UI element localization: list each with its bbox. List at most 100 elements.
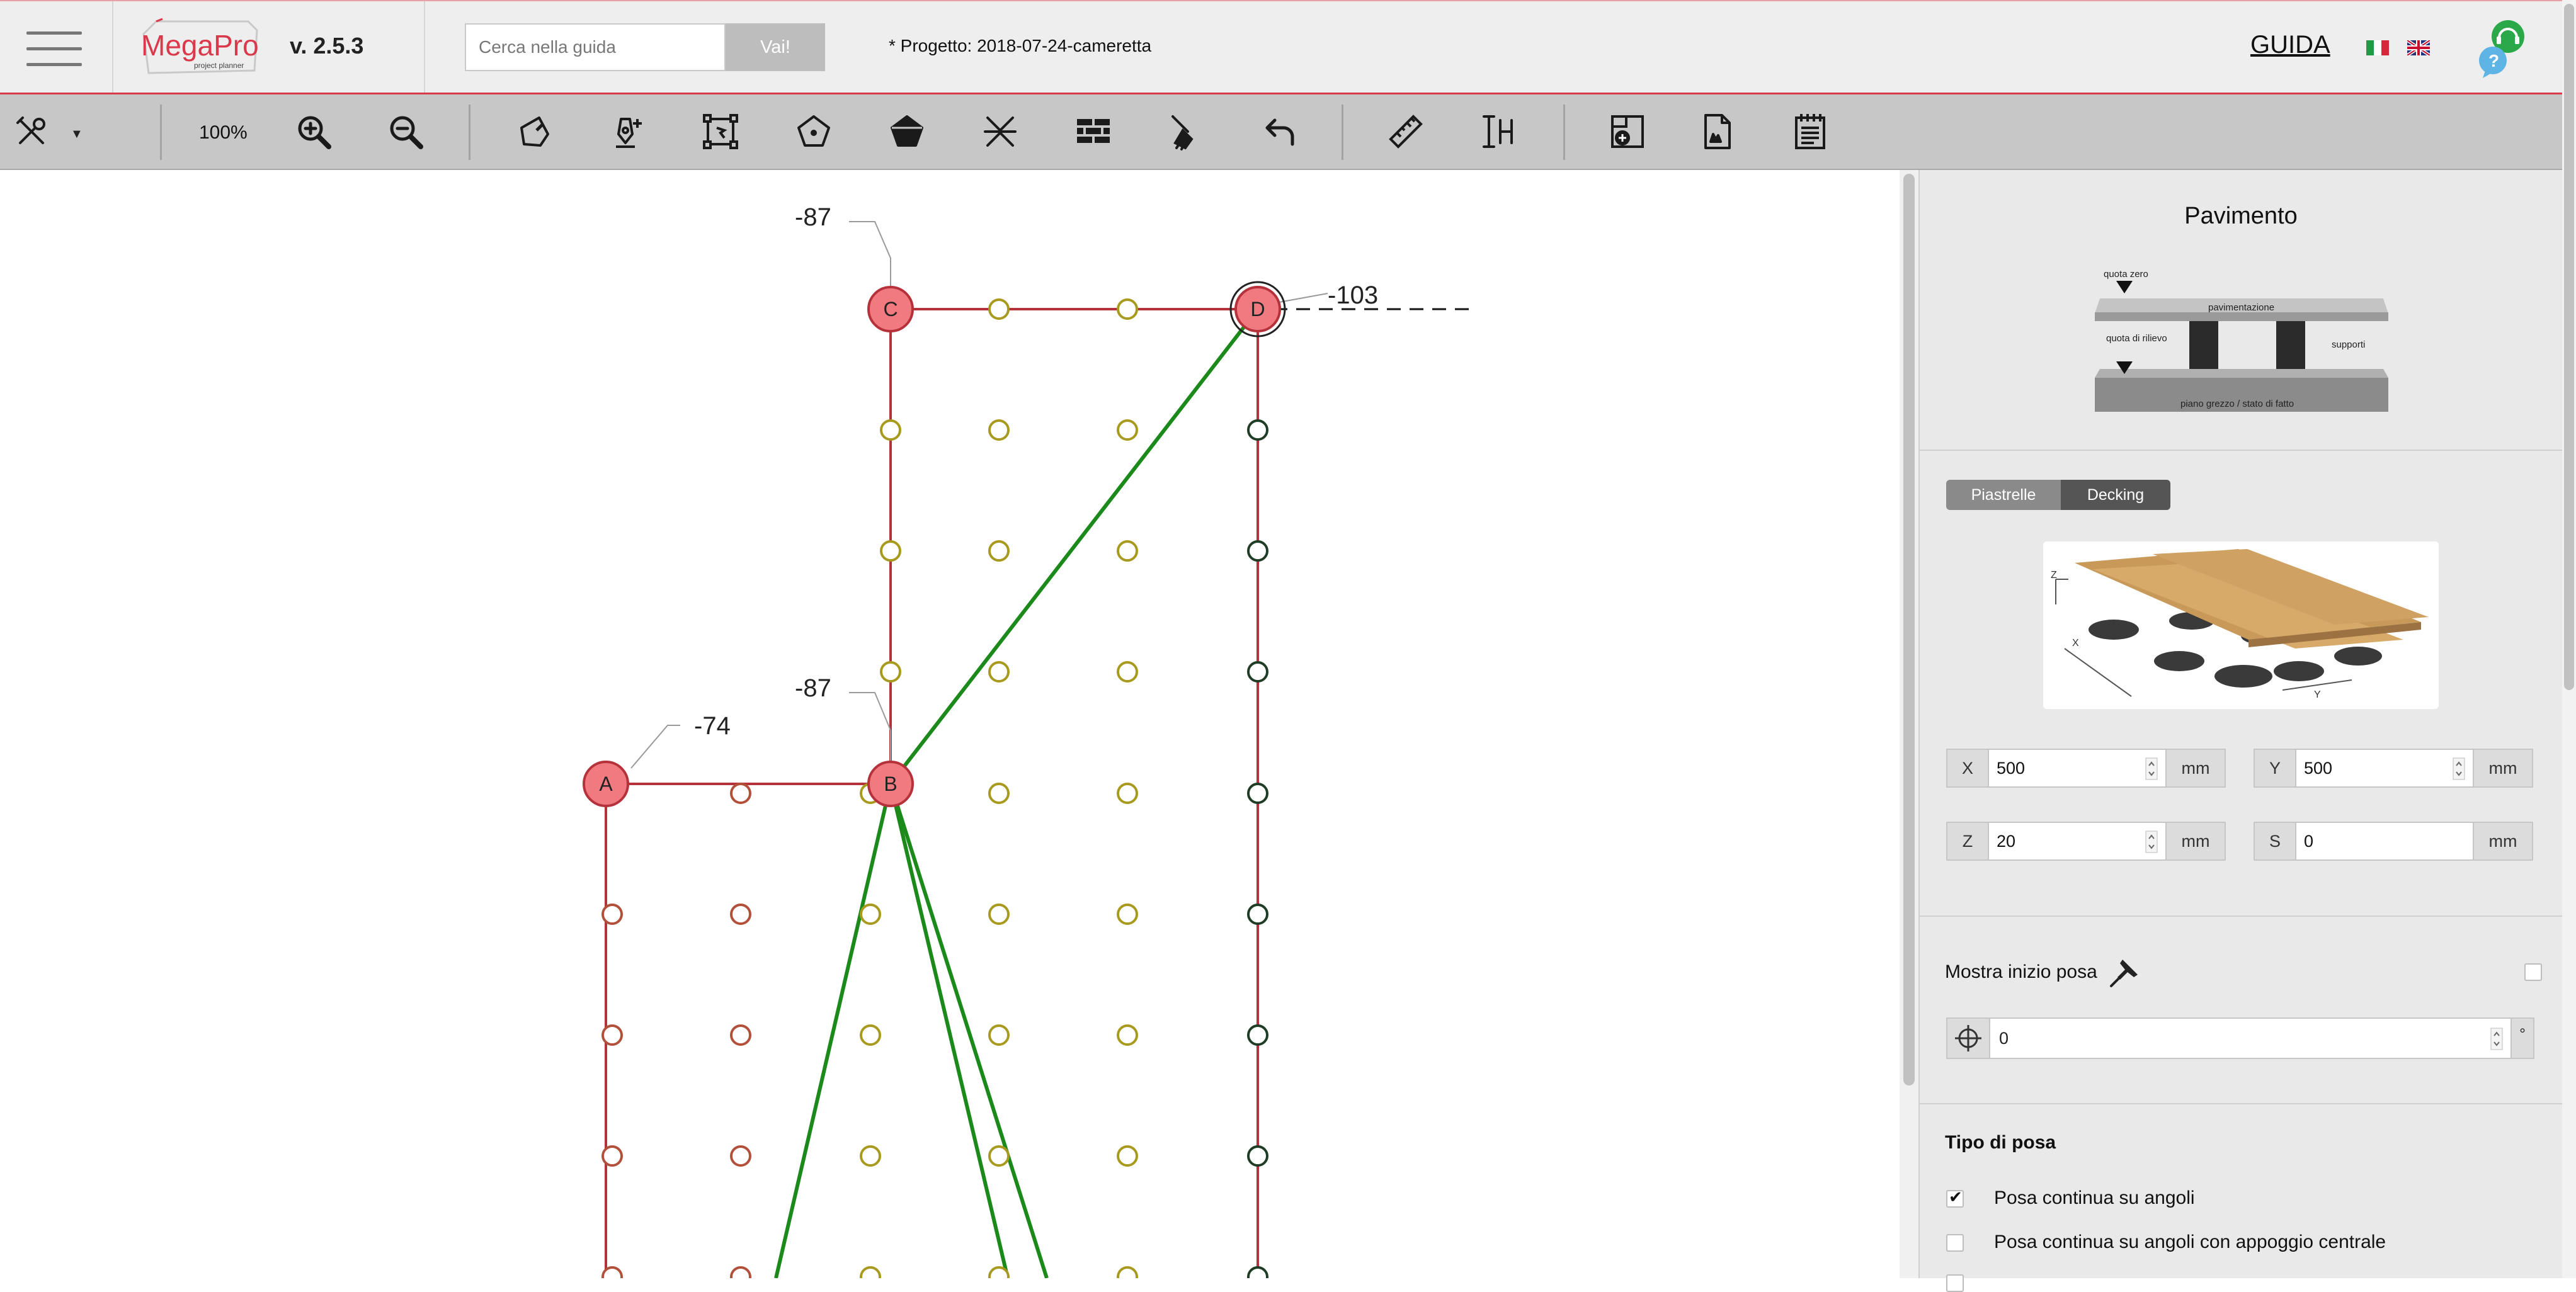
search-go-button[interactable]: Vai! [726,23,825,71]
add-point-pen-icon[interactable] [607,111,647,152]
tab-decking[interactable]: Decking [2061,480,2170,510]
panel-title: Pavimento [2184,203,2298,229]
logo-subtitle: project planner [194,61,244,70]
x-input[interactable]: 500 [1989,749,2165,788]
x-label: X [1946,749,1989,788]
corner-label: D [1250,298,1265,320]
elevation-label-a: -74 [694,712,731,740]
polygon-filled-icon[interactable] [887,111,927,152]
show-start-checkbox[interactable] [2524,963,2542,981]
drawing-canvas[interactable]: C D B A -87 -103 -87 -74 [0,170,1900,1278]
continuous-corners-central-label: Posa continua su angoli con appoggio cen… [1994,1232,2386,1252]
decking-illustration: Z X Y [2043,541,2439,709]
panel-divider [1920,450,2562,451]
tools-icon[interactable] [11,111,52,152]
corner-node-c[interactable]: C [867,286,914,332]
diagram-label-quota-zero: quota zero [2104,269,2148,280]
app-header: MegaPro project planner v. 2.5.3 Vai! * … [0,0,2562,94]
select-frame-icon[interactable] [700,111,741,152]
guide-search-input[interactable] [465,23,726,71]
laying-option-checkbox[interactable] [1946,1274,1964,1292]
import-plan-icon[interactable] [1607,111,1648,152]
corner-label: B [884,773,897,795]
y-value: 500 [2304,759,2333,778]
guide-link[interactable]: GUIDA [2250,31,2330,59]
s-input[interactable]: 0 [2296,822,2473,861]
elevation-label-c: -87 [795,203,831,231]
continuous-corners-checkbox[interactable] [1946,1187,1964,1208]
page-scrollbar-thumb[interactable] [2564,4,2574,690]
floor-type-tabs: Piastrelle Decking [1946,480,2170,510]
height-measure-icon[interactable] [1479,111,1519,152]
canvas-scrollbar-thumb[interactable] [1903,174,1915,1085]
panel-divider [1920,915,2562,917]
document-export-icon[interactable] [1697,111,1737,152]
z-unit: mm [2165,822,2226,861]
split-lines-icon[interactable] [980,111,1020,152]
toolbar-separator [469,105,470,160]
toolbar-separator [160,105,162,160]
y-stepper-icon[interactable] [2453,757,2465,780]
elevation-label-b: -87 [795,674,831,702]
floor-plan-drawing[interactable]: C D B A -87 -103 -87 -74 [0,170,1900,1278]
deck-axis-x: X [2072,638,2079,649]
toolbar-separator [1563,105,1565,160]
diagram-label-piano: piano grezzo / stato di fatto [2180,399,2294,409]
show-start-label: Mostra inizio posa [1945,961,2097,982]
z-field: Z 20 mm [1946,822,2226,861]
rotation-field: 0 ° [1946,1017,2534,1059]
brick-wall-icon[interactable] [1073,111,1114,152]
x-value: 500 [1997,759,2026,778]
zoom-in-icon[interactable] [294,111,334,152]
undo-icon[interactable] [1260,111,1300,152]
y-input[interactable]: 500 [2296,749,2473,788]
crosshair-icon [1955,1025,1981,1051]
x-unit: mm [2165,749,2226,788]
italian-flag-icon[interactable] [2366,40,2389,55]
diagram-label-pavimentazione: pavimentazione [2208,302,2274,313]
laying-type-title: Tipo di posa [1945,1132,2056,1153]
hamburger-menu-icon[interactable] [26,30,82,68]
app-version: v. 2.5.3 [290,33,364,59]
elevation-label-d: -103 [1328,281,1378,309]
deck-axis-z: Z [2051,570,2057,581]
diagram-label-supporti: supporti [2332,339,2365,350]
ruler-measure-icon[interactable] [1386,111,1426,152]
rotation-stepper-icon[interactable] [2490,1028,2503,1050]
svg-text:?: ? [2488,51,2499,71]
project-name: * Progetto: 2018-07-24-cameretta [889,36,1152,55]
continuous-corners-central-checkbox[interactable] [1946,1234,1964,1252]
s-value: 0 [2304,832,2314,851]
logo-text: MegaPro [141,29,259,62]
english-flag-icon[interactable] [2407,40,2430,55]
zoom-out-icon[interactable] [385,111,426,152]
corner-node-b[interactable]: B [867,761,914,807]
y-label: Y [2254,749,2296,788]
broom-clear-icon[interactable] [1166,111,1207,152]
z-value: 20 [1997,832,2016,851]
rotation-value: 0 [1999,1029,2009,1048]
support-chat-icon[interactable]: ? [2478,18,2526,78]
rotation-label [1946,1017,1990,1059]
s-label: S [2254,822,2296,861]
z-input[interactable]: 20 [1989,822,2165,861]
x-field: X 500 mm [1946,749,2226,788]
polygon-outline-icon[interactable] [794,111,834,152]
corner-node-d[interactable]: D [1229,281,1286,337]
properties-panel: Pavimento quota zero pavimentazione quot… [1918,170,2562,1292]
tools-dropdown-chevron-icon[interactable]: ▼ [71,127,83,142]
draw-shape-icon[interactable] [514,111,554,152]
x-stepper-icon[interactable] [2145,757,2158,780]
report-notepad-icon[interactable] [1790,111,1830,152]
y-unit: mm [2473,749,2533,788]
toolbar-separator [1342,105,1343,160]
header-divider [424,1,425,93]
deck-axis-y: Y [2314,689,2321,700]
panel-divider [1920,1103,2562,1104]
continuous-corners-label: Posa continua su angoli [1994,1187,2195,1208]
z-stepper-icon[interactable] [2145,830,2158,853]
tab-piastrelle[interactable]: Piastrelle [1946,480,2061,510]
megapro-logo: MegaPro project planner [141,18,259,74]
corner-node-a[interactable]: A [583,761,629,807]
rotation-input[interactable]: 0 [1990,1017,2512,1059]
